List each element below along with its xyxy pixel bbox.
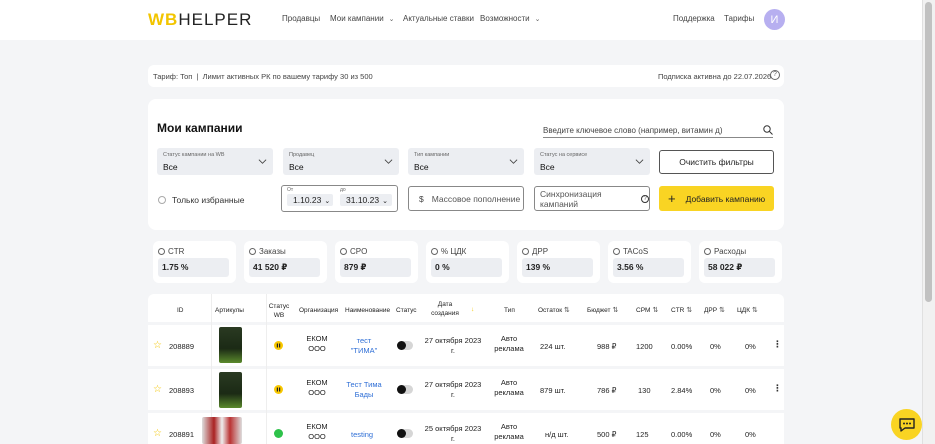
col-header-cpm[interactable]: CPM ⇅ <box>636 306 658 315</box>
clear-filters-button[interactable]: Очистить фильтры <box>659 150 774 174</box>
sort-icon: ⇅ <box>564 307 570 314</box>
filters-panel: Мои кампании Статус кампании на WB Все П… <box>148 99 784 230</box>
dollar-icon: $ <box>419 193 424 204</box>
date-range-picker[interactable]: От до 1.10.23 ⌄ 31.10.23 ⌄ <box>281 185 398 212</box>
col-header-drr[interactable]: ДРР ⇅ <box>704 306 725 315</box>
add-campaign-button[interactable]: + Добавить кампанию <box>659 186 774 211</box>
pause-icon[interactable] <box>274 385 283 394</box>
help-icon[interactable]: ? <box>770 70 780 80</box>
metric-card-tacos: TACoS 3.56 % <box>608 241 691 283</box>
col-header-ctr[interactable]: CTR ⇅ <box>671 306 692 315</box>
col-header-name: Наименование <box>345 307 391 314</box>
select-seller[interactable]: Продавец Все <box>283 148 399 175</box>
tariff-bar: Тариф: Топ | Лимит активных РК по вашему… <box>148 65 784 87</box>
avatar[interactable]: И <box>764 9 785 30</box>
row-divider <box>148 366 784 369</box>
row-divider <box>148 410 784 413</box>
chevron-down-icon: ⌄ <box>382 198 388 205</box>
col-header-org: Организация <box>299 307 339 314</box>
col-header-created[interactable]: Дата создания <box>430 300 460 318</box>
chevron-down-icon <box>258 159 267 164</box>
sort-icon: ⇅ <box>612 307 619 314</box>
star-icon[interactable]: ☆ <box>153 340 162 351</box>
nav-sellers[interactable]: Продавцы <box>282 14 320 23</box>
select-campaign-status-wb[interactable]: Статус кампании на WB Все <box>157 148 273 175</box>
col-header-status: Статус <box>396 307 417 314</box>
col-header-budget[interactable]: Бюджет ⇅ <box>587 306 618 315</box>
chevron-down-icon: ⌄ <box>534 15 541 23</box>
chevron-down-icon <box>384 159 393 164</box>
nav-current-bids[interactable]: Актуальные ставки <box>403 14 474 23</box>
column-divider <box>266 294 267 444</box>
col-header-cdk[interactable]: ЦДК ⇅ <box>737 306 758 315</box>
chevron-down-icon <box>635 159 644 164</box>
more-menu-icon[interactable]: ⋮ <box>773 383 782 394</box>
star-icon[interactable]: ☆ <box>153 428 162 439</box>
product-thumbnail[interactable] <box>202 417 242 444</box>
campaigns-table: ID Артикулы Статус WB Организация Наимен… <box>148 294 784 444</box>
page-title: Мои кампании <box>157 121 243 135</box>
subscription-status: Подписка активна до 22.07.2026 <box>658 72 772 81</box>
info-icon <box>522 248 529 255</box>
chat-support-button[interactable] <box>891 409 922 440</box>
col-header-stock[interactable]: Остаток ⇅ <box>538 306 570 315</box>
status-toggle[interactable] <box>397 429 413 438</box>
info-icon <box>158 248 165 255</box>
nav-opportunities[interactable]: Возможности ⌄ <box>480 14 540 23</box>
product-thumbnail[interactable] <box>219 372 242 408</box>
chat-icon <box>898 417 915 432</box>
sort-icon: ⇅ <box>719 307 725 314</box>
search-input[interactable] <box>543 123 773 138</box>
col-header-id: ID <box>177 307 184 314</box>
nav-tariffs[interactable]: Тарифы <box>724 14 754 23</box>
tariff-info: Тариф: Топ | Лимит активных РК по вашему… <box>153 72 373 81</box>
select-campaign-type[interactable]: Тип кампании Все <box>408 148 524 175</box>
help-icon: ? <box>641 194 649 203</box>
nav-support[interactable]: Поддержка <box>673 14 715 23</box>
info-icon <box>431 248 438 255</box>
radio-icon[interactable] <box>158 196 166 204</box>
nav-my-campaigns[interactable]: Мои кампании ⌄ <box>330 14 395 23</box>
metric-card-expenses: Расходы 58 022 ₽ <box>699 241 782 283</box>
info-icon <box>704 248 711 255</box>
star-icon[interactable]: ☆ <box>153 384 162 395</box>
logo[interactable]: WBHELPER <box>148 10 252 30</box>
chevron-down-icon: ⌄ <box>324 198 331 205</box>
more-menu-icon[interactable]: ⋮ <box>773 339 782 350</box>
search-icon[interactable] <box>763 125 773 135</box>
metric-card-cdk: % ЦДК 0 % <box>426 241 509 283</box>
metric-card-orders: Заказы 41 520 ₽ <box>244 241 327 283</box>
select-service-status[interactable]: Статус на сервисе Все <box>534 148 650 175</box>
col-header-type: Тип <box>504 307 515 314</box>
col-header-status-wb: Статус WB <box>268 303 290 319</box>
play-icon[interactable] <box>274 429 283 438</box>
row-divider <box>148 322 784 325</box>
col-header-articles: Артикулы <box>215 307 244 314</box>
metric-card-ctr: CTR 1.75 % <box>153 241 236 283</box>
sort-icon: ⇅ <box>652 307 659 314</box>
plus-icon: + <box>668 190 676 206</box>
info-icon <box>249 248 256 255</box>
product-thumbnail[interactable] <box>219 327 242 363</box>
metric-card-drr: ДРР 139 % <box>517 241 600 283</box>
pause-icon[interactable] <box>274 341 283 350</box>
chevron-down-icon: ⌄ <box>388 15 395 23</box>
date-from[interactable]: 1.10.23 ⌄ <box>287 194 333 206</box>
sync-campaigns-button[interactable]: Синхронизация кампаний ? <box>534 186 650 211</box>
date-to[interactable]: 31.10.23 ⌄ <box>340 194 392 206</box>
status-toggle[interactable] <box>397 341 413 350</box>
chevron-down-icon <box>509 159 518 164</box>
top-header: WBHELPER Продавцы Мои кампании ⌄ Актуальн… <box>0 0 922 40</box>
info-icon <box>613 248 620 255</box>
info-icon <box>340 248 347 255</box>
metric-card-cpo: CPO 879 ₽ <box>335 241 418 283</box>
favorites-only-toggle[interactable]: Только избранные <box>158 195 244 205</box>
scrollbar-thumb[interactable] <box>925 2 932 302</box>
mass-topup-button[interactable]: $ Массовое пополнение <box>408 186 524 211</box>
sort-down-icon[interactable]: ↓ <box>471 305 474 314</box>
status-toggle[interactable] <box>397 385 413 394</box>
sort-icon: ⇅ <box>686 307 693 314</box>
sort-icon: ⇅ <box>752 307 758 314</box>
